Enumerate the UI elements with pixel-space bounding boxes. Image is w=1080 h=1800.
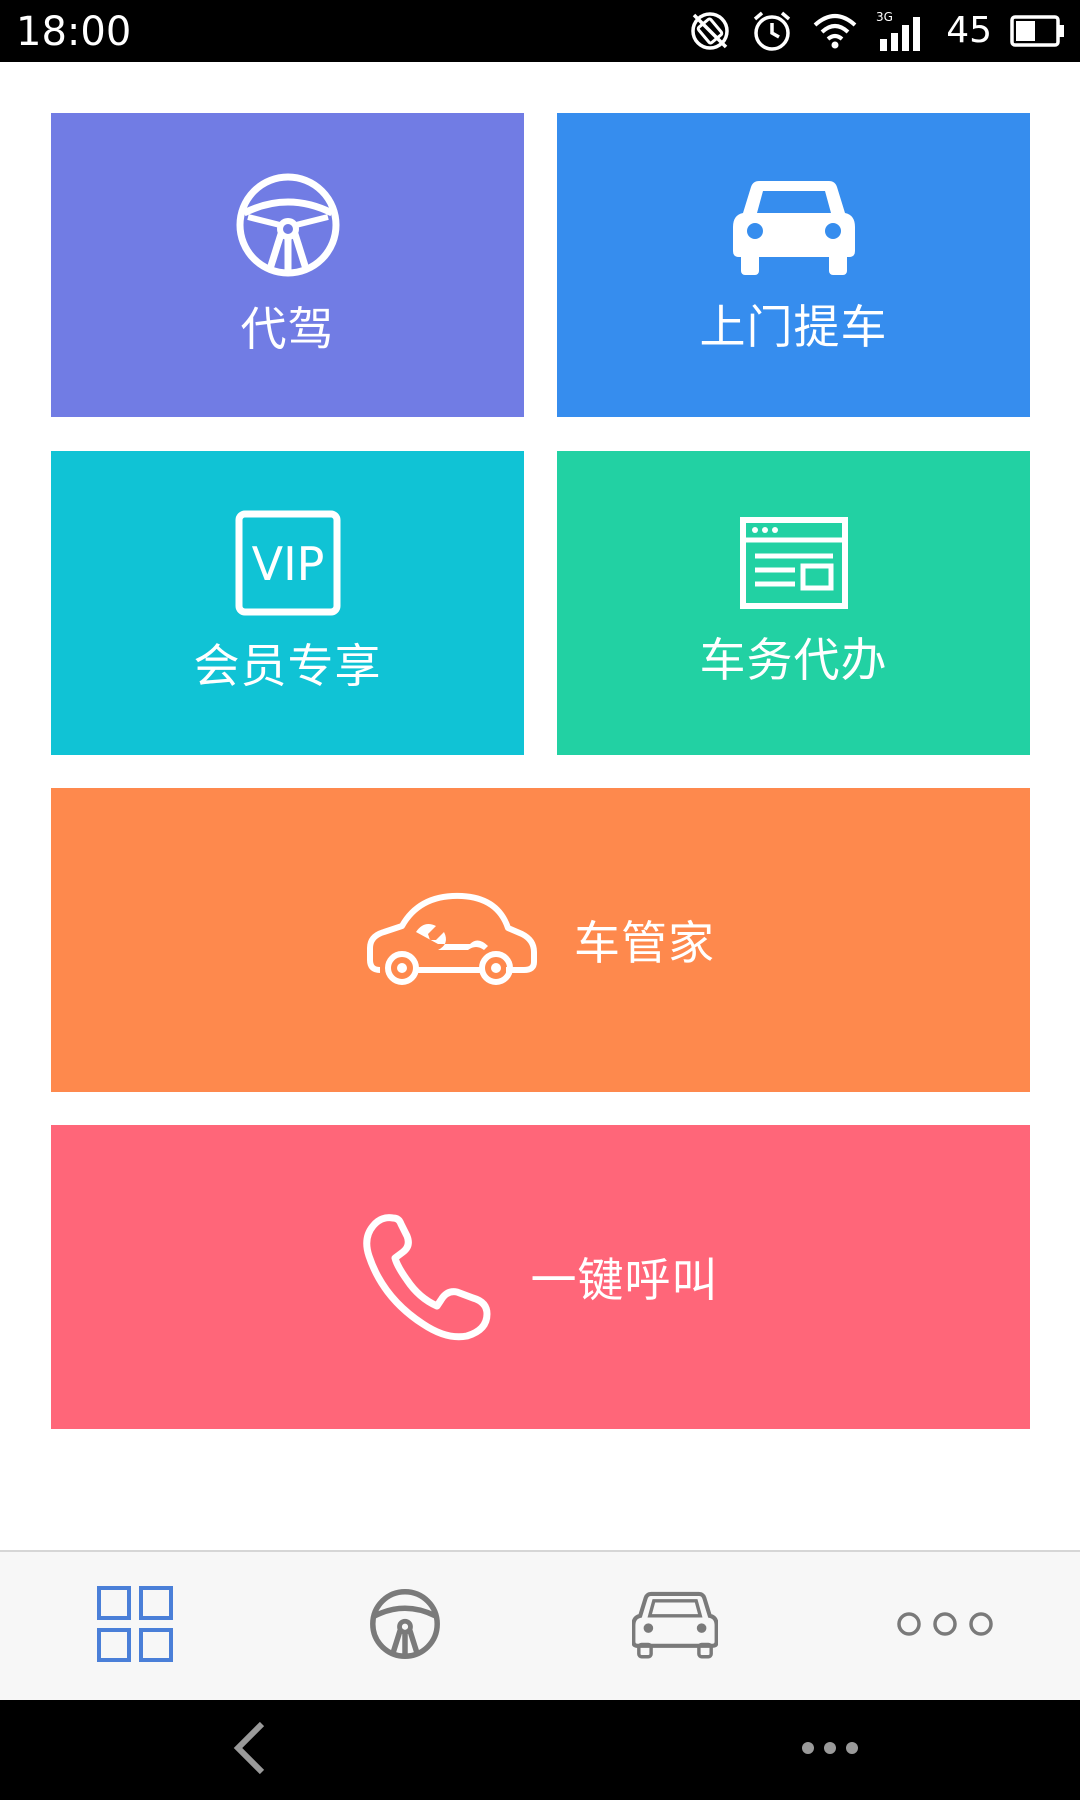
- tab-home-grid[interactable]: [0, 1552, 270, 1700]
- tile-label: 上门提车: [699, 300, 888, 354]
- tile-car-steward[interactable]: 车管家: [51, 788, 1030, 1092]
- main-content: 代驾 上门提车 VIP 会员专享 车务代办 车管家 一键呼叫: [0, 62, 1080, 1550]
- tile-label: 一键呼叫: [530, 1253, 719, 1307]
- tile-label: 车管家: [574, 916, 715, 970]
- menu-button[interactable]: [730, 1700, 930, 1800]
- wifi-icon: [812, 11, 858, 51]
- menu-dots-icon: [800, 1740, 860, 1760]
- status-bar: 18:00 3G 45: [0, 0, 1080, 62]
- rotation-lock-icon: [688, 9, 732, 53]
- tab-car[interactable]: [540, 1552, 810, 1700]
- alarm-icon: [750, 9, 794, 53]
- car-icon: [631, 1587, 719, 1665]
- tab-more[interactable]: [810, 1552, 1080, 1700]
- tile-label: 车务代办: [699, 633, 888, 687]
- signal-icon: 3G: [876, 9, 928, 53]
- back-button[interactable]: [150, 1700, 350, 1800]
- tile-one-click-call[interactable]: 一键呼叫: [51, 1125, 1030, 1429]
- tile-member-exclusive[interactable]: VIP 会员专享: [51, 451, 524, 755]
- grid-icon: [96, 1585, 174, 1667]
- status-time: 18:00: [16, 9, 132, 55]
- car-wrench-icon: [366, 888, 538, 992]
- battery-percent: 45: [946, 10, 992, 51]
- tab-designated-driver[interactable]: [270, 1552, 540, 1700]
- more-dots-icon: [897, 1609, 993, 1643]
- network-type: 3G: [876, 10, 893, 24]
- tile-label: 会员专享: [193, 639, 382, 693]
- steering-wheel-icon: [234, 171, 342, 279]
- tile-label: 代驾: [240, 302, 335, 356]
- vip-icon: VIP: [235, 510, 341, 616]
- tile-home-pickup[interactable]: 上门提车: [557, 113, 1030, 417]
- browser-window-icon: [739, 516, 849, 610]
- bottom-tab-bar: [0, 1550, 1080, 1700]
- tile-vehicle-errands[interactable]: 车务代办: [557, 451, 1030, 755]
- phone-icon: [362, 1212, 495, 1342]
- back-icon: [232, 1720, 268, 1780]
- status-icons: 3G 45: [688, 0, 1066, 62]
- system-nav-bar: [0, 1700, 1080, 1800]
- steering-wheel-icon: [368, 1587, 442, 1665]
- tile-designated-driver[interactable]: 代驾: [51, 113, 524, 417]
- battery-icon: [1010, 14, 1066, 48]
- car-icon: [731, 173, 857, 277]
- svg-text:VIP: VIP: [251, 537, 324, 591]
